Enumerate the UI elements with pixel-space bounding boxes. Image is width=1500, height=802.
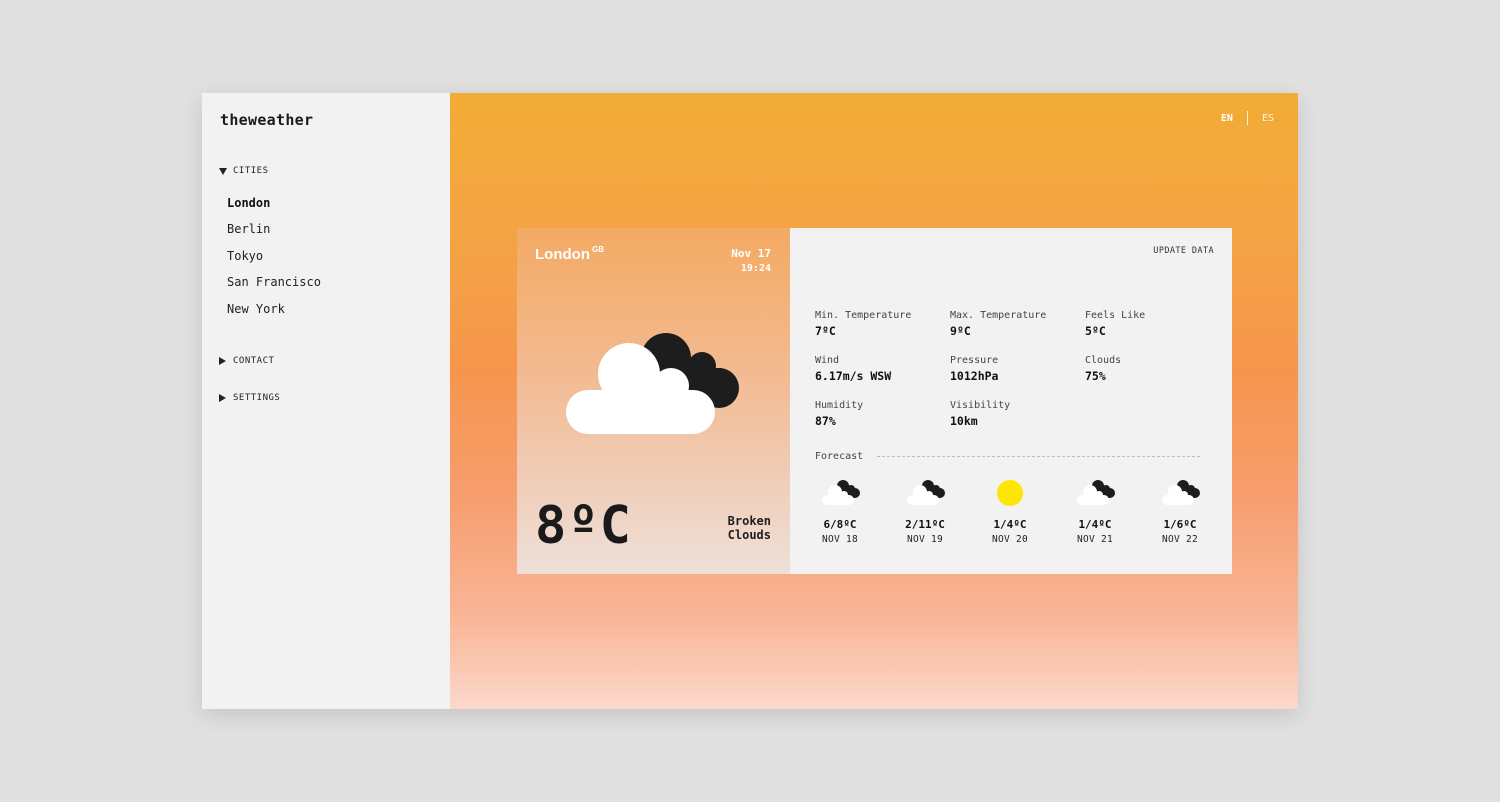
broken-clouds-icon: [907, 480, 945, 505]
cities-section-label: CITIES: [233, 166, 269, 176]
city-item-new-york[interactable]: New York: [227, 300, 321, 326]
stat-value: 7ºC: [815, 324, 836, 338]
app-logo[interactable]: theweather: [220, 111, 313, 129]
forecast-day: 2/11ºC NOV 19: [895, 478, 955, 545]
contact-section-label: CONTACT: [233, 356, 275, 366]
city-item-berlin[interactable]: Berlin: [227, 220, 321, 246]
country-code: GB: [591, 245, 604, 254]
current-time: 19:24: [740, 263, 771, 274]
update-data-button[interactable]: UPDATE DATA: [1153, 246, 1214, 256]
stat-min-temp: Min. Temperature 7ºC: [815, 310, 945, 338]
broken-clouds-icon: [1077, 480, 1115, 505]
stat-label: Clouds: [1085, 355, 1122, 366]
forecast-day: 1/6ºC NOV 22: [1150, 478, 1210, 545]
stat-label: Max. Temperature: [950, 310, 1047, 321]
contact-section-toggle[interactable]: CONTACT: [219, 356, 274, 366]
stat-feels-like: Feels Like 5ºC: [1085, 310, 1215, 338]
stat-label: Pressure: [950, 355, 999, 366]
stat-label: Visibility: [950, 400, 1011, 411]
current-temperature: 8ºC: [535, 496, 632, 556]
stat-value: 6.17m/s WSW: [815, 369, 892, 383]
city-list: London Berlin Tokyo San Francisco New Yo…: [227, 194, 321, 326]
sun-icon: [997, 480, 1023, 506]
stat-max-temp: Max. Temperature 9ºC: [950, 310, 1080, 338]
stat-value: 1012hPa: [950, 369, 999, 383]
stat-label: Feels Like: [1085, 310, 1146, 321]
weather-description: Broken Clouds: [728, 514, 771, 542]
forecast-date: NOV 18: [821, 534, 859, 545]
stat-humidity: Humidity 87%: [815, 400, 945, 428]
caret-down-icon: [219, 167, 227, 175]
forecast-temp: 1/4ºC: [993, 518, 1027, 531]
stat-value: 5ºC: [1085, 324, 1106, 338]
forecast-date: NOV 22: [1161, 534, 1199, 545]
forecast-day: 1/4ºC NOV 20: [980, 478, 1040, 545]
settings-section-toggle[interactable]: SETTINGS: [219, 393, 280, 403]
stat-label: Humidity: [815, 400, 864, 411]
forecast-day: 6/8ºC NOV 18: [810, 478, 870, 545]
forecast-date: NOV 20: [991, 534, 1029, 545]
stat-value: 87%: [815, 414, 836, 428]
current-weather-panel: London GB Nov 17 19:24 8ºC Broken Clouds: [517, 228, 790, 574]
caret-right-icon: [219, 357, 226, 365]
stat-label: Wind: [815, 355, 840, 366]
city-item-tokyo[interactable]: Tokyo: [227, 247, 321, 273]
lang-divider: [1246, 111, 1248, 125]
current-datetime: Nov 17 19:24: [731, 246, 771, 276]
forecast-date: NOV 21: [1076, 534, 1114, 545]
current-date: Nov 17: [731, 247, 771, 260]
weather-card: London GB Nov 17 19:24 8ºC Broken Clouds…: [517, 228, 1232, 574]
forecast-divider: [877, 456, 1200, 457]
forecast-label: Forecast: [815, 451, 864, 462]
stat-value: 9ºC: [950, 324, 971, 338]
stat-pressure: Pressure 1012hPa: [950, 355, 1080, 383]
details-panel: UPDATE DATA Min. Temperature 7ºC Max. Te…: [790, 228, 1232, 574]
stat-clouds: Clouds 75%: [1085, 355, 1215, 383]
lang-en-button[interactable]: EN: [1221, 113, 1233, 124]
forecast-day: 1/4ºC NOV 21: [1065, 478, 1125, 545]
lang-es-button[interactable]: ES: [1262, 113, 1274, 124]
cities-section-toggle[interactable]: CITIES: [219, 166, 269, 176]
weather-description-line1: Broken: [727, 514, 771, 528]
broken-clouds-icon: [566, 333, 739, 434]
weather-description-line2: Clouds: [727, 528, 771, 542]
stat-label: Min. Temperature: [815, 310, 912, 321]
forecast-temp: 2/11ºC: [905, 518, 945, 531]
stat-visibility: Visibility 10km: [950, 400, 1080, 428]
language-switcher: EN ES: [1221, 111, 1274, 125]
main-panel: EN ES London GB Nov 17 19:24 8ºC Broken …: [450, 93, 1298, 709]
city-item-san-francisco[interactable]: San Francisco: [227, 273, 321, 299]
forecast-temp: 1/6ºC: [1163, 518, 1197, 531]
broken-clouds-icon: [822, 480, 860, 505]
settings-section-label: SETTINGS: [233, 393, 281, 403]
forecast-temp: 6/8ºC: [823, 518, 857, 531]
stat-value: 10km: [950, 414, 978, 428]
forecast-header: Forecast: [815, 451, 1200, 462]
forecast-date: NOV 19: [906, 534, 944, 545]
sidebar: theweather CITIES London Berlin Tokyo Sa…: [202, 93, 450, 709]
current-city: London GB: [535, 245, 604, 263]
forecast-temp: 1/4ºC: [1078, 518, 1112, 531]
city-item-london[interactable]: London: [227, 194, 321, 220]
stat-value: 75%: [1085, 369, 1106, 383]
broken-clouds-icon: [1162, 480, 1200, 505]
caret-right-icon: [219, 394, 226, 402]
stat-wind: Wind 6.17m/s WSW: [815, 355, 945, 383]
app-window: theweather CITIES London Berlin Tokyo Sa…: [202, 93, 1298, 709]
city-name: London: [535, 246, 590, 263]
